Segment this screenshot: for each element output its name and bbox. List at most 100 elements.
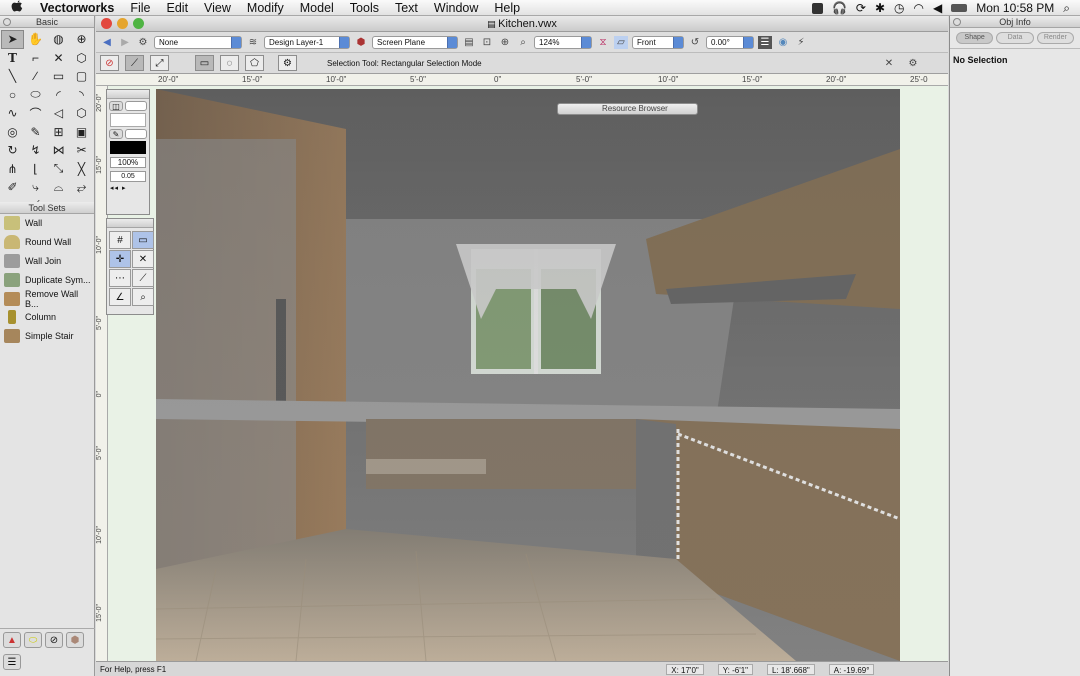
- minimize-button[interactable]: [117, 18, 128, 29]
- line-tool-icon[interactable]: ╲: [1, 67, 24, 86]
- toolset-item-column[interactable]: Column: [0, 308, 94, 327]
- oval-tool-icon[interactable]: ⬭: [24, 86, 47, 105]
- zoom-icon[interactable]: ⌕: [516, 36, 530, 49]
- toolset-item-wall-join[interactable]: Wall Join: [0, 252, 94, 271]
- toolset-item-duplicate-symbol[interactable]: Duplicate Sym...: [0, 270, 94, 289]
- drawing-area[interactable]: [108, 86, 948, 661]
- forward-icon[interactable]: ▶: [118, 36, 132, 49]
- menu-text[interactable]: Text: [387, 1, 426, 15]
- polyline-tool-icon[interactable]: ⌒: [24, 104, 47, 123]
- close-button[interactable]: [101, 18, 112, 29]
- mirror-tool-icon[interactable]: ⋈: [47, 141, 70, 160]
- spotlight-icon[interactable]: ⌕: [1063, 1, 1070, 16]
- cross-tool-icon[interactable]: ✕: [47, 49, 70, 68]
- toolset-item-remove-wall-break[interactable]: Remove Wall B...: [0, 289, 94, 309]
- bluetooth-icon[interactable]: ✱: [875, 1, 885, 15]
- render-mode-icon[interactable]: ⬢: [354, 36, 368, 49]
- wifi-icon[interactable]: ◠: [914, 1, 924, 15]
- toolset-item-round-wall[interactable]: Round Wall: [0, 233, 94, 252]
- layer-options-icon[interactable]: ☰: [758, 35, 772, 49]
- resource-browser-window[interactable]: Resource Browser: [557, 103, 698, 115]
- rectangle-tool-icon[interactable]: ▭: [47, 67, 70, 86]
- snap-to-point-icon[interactable]: ✛: [109, 250, 131, 268]
- record-icon[interactable]: [811, 2, 823, 14]
- reshape-tool-icon[interactable]: ⤡: [47, 160, 70, 179]
- connect-tool-icon[interactable]: ⌊: [24, 160, 47, 179]
- double-line-tool-icon[interactable]: ∕: [24, 67, 47, 86]
- render-options-icon[interactable]: ◉: [776, 36, 790, 49]
- tool-help-icon[interactable]: ✕: [882, 57, 896, 70]
- class-dropdown[interactable]: None: [154, 35, 242, 49]
- menu-tools[interactable]: Tools: [342, 1, 387, 15]
- lighting-options-icon[interactable]: ⚡: [794, 36, 808, 49]
- pen-style-swatch[interactable]: [125, 129, 147, 139]
- rotate-tool-icon[interactable]: ↻: [1, 141, 24, 160]
- opacity-field[interactable]: 100%: [110, 157, 146, 168]
- pen-color-swatch[interactable]: [110, 141, 146, 154]
- attribute-mapping-tool-icon[interactable]: ⤷: [24, 178, 47, 197]
- zoom-button[interactable]: [133, 18, 144, 29]
- lighting-set-icon[interactable]: ⬭: [24, 632, 42, 648]
- line-weight-field[interactable]: 0.05: [110, 171, 146, 182]
- pan-tool-icon[interactable]: ✋: [24, 30, 47, 49]
- fit-to-window-icon[interactable]: ⊡: [480, 36, 494, 49]
- pen-icon[interactable]: ✎: [109, 129, 123, 139]
- fill-bucket-icon[interactable]: ◫: [109, 101, 123, 111]
- arc-tool-icon[interactable]: ◜: [47, 86, 70, 105]
- trim-tool-icon[interactable]: ✂: [70, 141, 93, 160]
- lasso-selection-icon[interactable]: ◌: [220, 55, 239, 71]
- tab-shape[interactable]: Shape: [956, 32, 994, 44]
- rotation-icon[interactable]: ↺: [688, 36, 702, 49]
- zoom-tool-icon[interactable]: ⊕: [70, 30, 93, 49]
- close-icon[interactable]: [953, 18, 961, 26]
- battery-icon[interactable]: [951, 4, 968, 12]
- smart-points-icon[interactable]: ⋯: [109, 269, 131, 287]
- detailing-set-icon[interactable]: ⊘: [45, 632, 63, 648]
- eyedropper-tool-icon[interactable]: ⬡: [70, 49, 93, 68]
- toolset-item-simple-stair[interactable]: Simple Stair: [0, 327, 94, 346]
- interactive-scaling-icon[interactable]: ⟋: [125, 55, 144, 71]
- text-tool-icon[interactable]: T: [1, 49, 24, 68]
- angle-field[interactable]: 0.00°: [706, 35, 754, 49]
- dimension-tool-icon[interactable]: ⌐: [24, 49, 47, 68]
- smart-edge-icon[interactable]: ⟋: [132, 269, 154, 287]
- spiral-tool-icon[interactable]: ◎: [1, 123, 24, 142]
- paint-tool-icon[interactable]: ✐: [1, 178, 24, 197]
- snap-to-tangent-icon[interactable]: ⌕: [132, 288, 154, 306]
- arrowhead-selector[interactable]: ◂◂ ▸: [110, 184, 146, 194]
- kitchen-render-image[interactable]: [156, 89, 900, 661]
- shapes-set-icon[interactable]: ▲: [3, 632, 21, 648]
- menu-file[interactable]: File: [122, 1, 158, 15]
- fill-color-swatch[interactable]: [110, 113, 146, 127]
- fill-style-swatch[interactable]: [125, 101, 147, 111]
- move-tool-icon[interactable]: ⊞: [47, 123, 70, 142]
- snap-to-intersection-icon[interactable]: ✕: [132, 250, 154, 268]
- menu-view[interactable]: View: [196, 1, 239, 15]
- layer-stack-icon[interactable]: ≋: [246, 36, 260, 49]
- projection-icon[interactable]: ▱: [614, 35, 628, 49]
- snap-to-grid-icon[interactable]: #: [109, 231, 131, 249]
- plane-dropdown[interactable]: Screen Plane: [372, 35, 458, 49]
- menu-window[interactable]: Window: [426, 1, 486, 15]
- menu-edit[interactable]: Edit: [159, 1, 197, 15]
- quarter-arc-tool-icon[interactable]: ◝: [70, 86, 93, 105]
- clip-tool-icon[interactable]: ╳: [70, 160, 93, 179]
- fillet-tool-icon[interactable]: ↯: [24, 141, 47, 160]
- snap-to-object-icon[interactable]: ▭: [132, 231, 154, 249]
- snap-to-angle-icon[interactable]: ∠: [109, 288, 131, 306]
- menu-help[interactable]: Help: [486, 1, 528, 15]
- back-icon[interactable]: ◀: [100, 36, 114, 49]
- page-setup-icon[interactable]: ▤: [462, 36, 476, 49]
- class-navigation-icon[interactable]: ⚙: [136, 36, 150, 49]
- regular-polygon-tool-icon[interactable]: ⬡: [70, 104, 93, 123]
- sync-icon[interactable]: ⟳: [856, 1, 866, 15]
- toolset-item-wall[interactable]: Wall: [0, 214, 94, 233]
- polygon-tool-icon[interactable]: ◁: [47, 104, 70, 123]
- symbol-insertion-tool-icon[interactable]: ⥂: [70, 178, 93, 197]
- volume-icon[interactable]: ◀: [933, 1, 942, 15]
- flyover-tool-icon[interactable]: ◍: [47, 30, 70, 49]
- menu-model[interactable]: Model: [292, 1, 342, 15]
- headphones-icon[interactable]: 🎧: [832, 1, 847, 15]
- zoom-to-objects-icon[interactable]: ⊕: [498, 36, 512, 49]
- disable-interactive-scaling-icon[interactable]: ⊘: [100, 55, 119, 71]
